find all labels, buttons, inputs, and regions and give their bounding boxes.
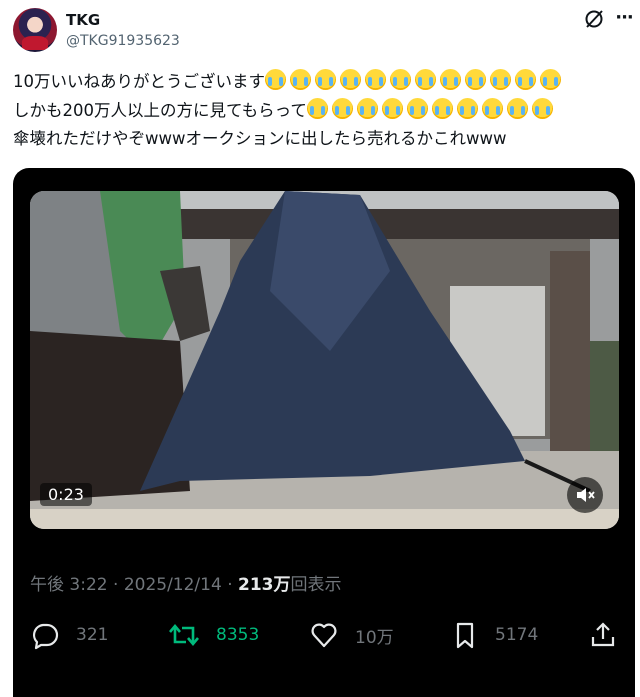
tweet-header: TKG @TKG91935623 ··· (0, 0, 640, 62)
tweet-line-2: しかも200万人以上の方に見てもらって (13, 97, 623, 126)
bookmark-button[interactable]: 5174 (451, 617, 538, 653)
bookmark-count: 5174 (495, 625, 539, 645)
retweet-button[interactable]: 8353 (168, 617, 259, 653)
crying-emoji-row (265, 68, 565, 97)
meta-separator: · (113, 575, 119, 595)
crying-face-emoji-icon (390, 69, 411, 91)
crying-face-emoji-icon (465, 69, 486, 91)
heart-icon (311, 623, 337, 648)
crying-face-emoji-icon (531, 97, 553, 119)
tweet-line-3: 傘壊れただけやぞwwwオークションに出したら売れるかこれwww (13, 125, 623, 154)
crying-face-emoji-icon (365, 69, 386, 91)
retweet-count: 8353 (216, 625, 260, 645)
crying-face-emoji-icon (440, 69, 461, 91)
tweet-line-3-text: 傘壊れただけやぞwwwオークションに出したら売れるかこれwww (13, 129, 507, 148)
reply-icon (32, 623, 59, 650)
crying-face-emoji-icon (306, 97, 328, 119)
like-count: 10万 (355, 627, 394, 648)
share-button[interactable] (588, 617, 634, 653)
tweet-line-1-text: 10万いいねありがとうございます (13, 72, 265, 91)
tweet-meta: 午後 3:22 · 2025/12/14 · 213万回表示 (30, 570, 342, 595)
share-icon (591, 622, 615, 647)
crying-face-emoji-icon (340, 69, 361, 91)
like-button[interactable]: 10万 (309, 617, 394, 653)
speaker-muted-icon (577, 488, 595, 502)
crying-face-emoji-icon (415, 69, 436, 91)
crying-face-emoji-icon (490, 69, 511, 91)
crying-face-emoji-icon (431, 97, 453, 119)
bookmark-icon (456, 622, 474, 649)
tweet-line-1: 10万いいねありがとうございます (13, 68, 623, 97)
tweet-time[interactable]: 午後 3:22 (30, 575, 108, 595)
crying-face-emoji-icon (381, 97, 403, 119)
tweet-date[interactable]: 2025/12/14 (124, 575, 222, 595)
reply-count: 321 (76, 625, 109, 645)
grok-icon[interactable] (583, 8, 605, 30)
display-name[interactable]: TKG (66, 11, 100, 29)
reply-button[interactable]: 321 (30, 617, 108, 653)
crying-face-emoji-icon (456, 97, 478, 119)
crying-face-emoji-icon (315, 69, 336, 91)
mute-button[interactable] (567, 477, 603, 513)
tweet-text: 10万いいねありがとうございます しかも200万人以上の方に見てもらって 傘壊れ… (13, 68, 623, 154)
user-handle[interactable]: @TKG91935623 (66, 33, 180, 49)
crying-emoji-row (306, 97, 557, 126)
more-options-icon[interactable]: ··· (612, 8, 636, 30)
retweet-icon (169, 623, 199, 647)
crying-face-emoji-icon (331, 97, 353, 119)
crying-face-emoji-icon (481, 97, 503, 119)
avatar[interactable] (13, 8, 57, 52)
crying-face-emoji-icon (265, 69, 286, 91)
crying-face-emoji-icon (506, 97, 528, 119)
crying-face-emoji-icon (290, 69, 311, 91)
tweet-line-2-text: しかも200万人以上の方に見てもらって (13, 100, 307, 120)
meta-separator: · (227, 575, 233, 595)
tweet-actions-bar: 321 8353 10万 5174 (30, 617, 619, 653)
crying-face-emoji-icon (356, 97, 378, 119)
video-frame-image (30, 191, 619, 529)
views-label: 回表示 (290, 575, 342, 595)
views-count: 213万 (238, 575, 291, 595)
video-player[interactable]: 0:23 (30, 191, 619, 529)
crying-face-emoji-icon (540, 69, 561, 91)
crying-face-emoji-icon (406, 97, 428, 119)
crying-face-emoji-icon (515, 69, 536, 91)
video-duration-badge: 0:23 (40, 483, 92, 506)
